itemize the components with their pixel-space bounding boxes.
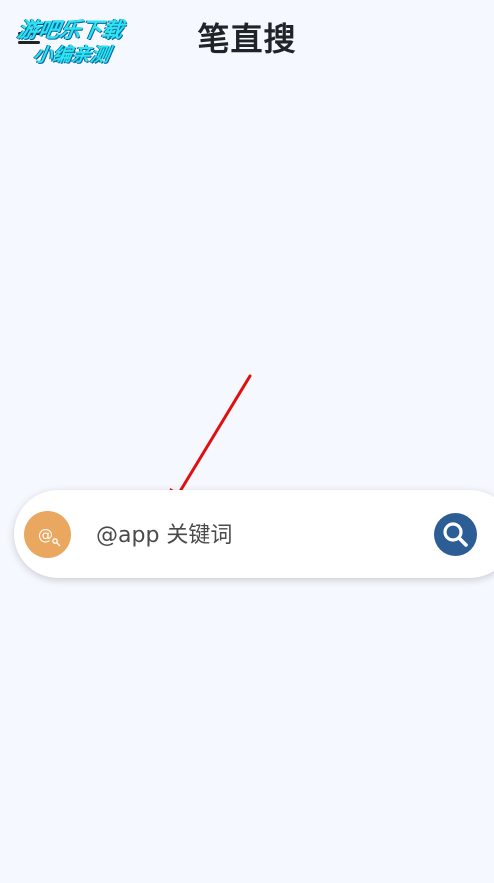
watermark-line-2: 小编亲测	[31, 44, 112, 66]
search-button[interactable]	[434, 513, 477, 556]
svg-text:@: @	[38, 526, 53, 544]
search-icon	[443, 522, 468, 547]
at-sign-icon[interactable]: @	[24, 511, 71, 558]
watermark-logo: 游吧乐下载 小编亲测	[8, 8, 158, 70]
search-input[interactable]	[94, 514, 418, 556]
search-bar: @	[14, 490, 494, 578]
